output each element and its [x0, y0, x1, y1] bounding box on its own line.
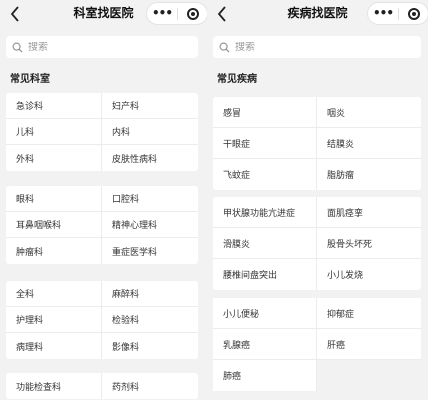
nav-bar: 疾病找医院 •••: [207, 0, 428, 30]
disease-item[interactable]: 肝癌: [317, 329, 421, 360]
search-bar[interactable]: [6, 36, 198, 58]
department-item[interactable]: 影像科: [102, 333, 198, 359]
department-item[interactable]: 麻醉科: [102, 281, 198, 307]
disease-item[interactable]: 结膜炎: [317, 128, 421, 159]
department-item[interactable]: 精神心理科: [102, 212, 198, 238]
disease-item[interactable]: 乳腺癌: [213, 329, 317, 360]
disease-item[interactable]: 感冒: [213, 97, 317, 128]
department-item[interactable]: 肿瘤科: [6, 238, 102, 264]
department-item[interactable]: 药剂科: [102, 373, 198, 399]
section-title: 常见科室: [10, 74, 50, 85]
more-options-icon[interactable]: •••: [368, 3, 398, 24]
department-item[interactable]: 病理科: [6, 333, 102, 359]
disease-screen: 疾病找医院 ••• 常见疾病 感冒 咽炎 干眼症 结膜炎 飞蚊症 脂肪瘤 甲状腺…: [207, 0, 428, 400]
disease-item[interactable]: 小儿发烧: [317, 259, 421, 290]
mini-program-capsule: •••: [146, 2, 207, 25]
disease-item[interactable]: 面肌痉挛: [317, 197, 421, 228]
disease-card: 小儿便秘 抑郁症 乳腺癌 肝癌 肺癌: [213, 298, 421, 394]
disease-item[interactable]: 干眼症: [213, 128, 317, 159]
disease-item[interactable]: 小儿便秘: [213, 298, 317, 329]
search-input[interactable]: [235, 41, 385, 53]
department-item[interactable]: 口腔科: [102, 186, 198, 212]
disease-item[interactable]: 抑郁症: [317, 298, 421, 329]
disease-item[interactable]: 脂肪瘤: [317, 159, 421, 190]
department-item[interactable]: 重症医学科: [102, 238, 198, 264]
department-screen: 科室找医院 ••• 常见科室 急诊科 妇产科 儿科 内科 外科 皮肤性病科 眼科…: [0, 0, 207, 400]
department-item[interactable]: 全科: [6, 281, 102, 307]
disease-card: 感冒 咽炎 干眼症 结膜炎 飞蚊症 脂肪瘤: [213, 97, 421, 190]
mini-program-capsule: •••: [367, 2, 428, 25]
department-item[interactable]: 内科: [102, 119, 198, 145]
section-title: 常见疾病: [217, 74, 257, 85]
search-icon: [6, 41, 28, 53]
department-card: 眼科 口腔科 耳鼻咽喉科 精神心理科 肿瘤科 重症医学科: [6, 186, 198, 264]
close-target-icon[interactable]: [178, 7, 207, 20]
close-target-icon[interactable]: [399, 7, 428, 20]
disease-item[interactable]: 飞蚊症: [213, 159, 317, 190]
department-item[interactable]: 外科: [6, 145, 102, 171]
department-item[interactable]: 护理科: [6, 307, 102, 333]
department-card: 功能检查科 药剂科: [6, 373, 198, 399]
department-item[interactable]: 妇产科: [102, 93, 198, 119]
nav-bar: 科室找医院 •••: [0, 0, 207, 30]
disease-item[interactable]: 咽炎: [317, 97, 421, 128]
department-item[interactable]: 急诊科: [6, 93, 102, 119]
department-item[interactable]: 检验科: [102, 307, 198, 333]
department-card: 急诊科 妇产科 儿科 内科 外科 皮肤性病科: [6, 93, 198, 171]
department-item[interactable]: 功能检查科: [6, 373, 102, 399]
department-card: 全科 麻醉科 护理科 检验科 病理科 影像科: [6, 281, 198, 359]
search-input[interactable]: [28, 41, 178, 53]
disease-item[interactable]: 甲状腺功能亢进症: [213, 197, 317, 228]
department-item[interactable]: 儿科: [6, 119, 102, 145]
department-item[interactable]: 眼科: [6, 186, 102, 212]
disease-item[interactable]: 腰椎间盘突出: [213, 259, 317, 290]
disease-item[interactable]: 肺癌: [213, 360, 317, 391]
disease-item[interactable]: 滑膜炎: [213, 228, 317, 259]
department-item[interactable]: 耳鼻咽喉科: [6, 212, 102, 238]
more-options-icon[interactable]: •••: [147, 3, 177, 24]
disease-card: 甲状腺功能亢进症 面肌痉挛 滑膜炎 股骨头坏死 腰椎间盘突出 小儿发烧: [213, 197, 421, 290]
department-item[interactable]: 皮肤性病科: [102, 145, 198, 171]
disease-item[interactable]: 股骨头坏死: [317, 228, 421, 259]
search-icon: [213, 41, 235, 53]
search-bar[interactable]: [213, 36, 421, 58]
